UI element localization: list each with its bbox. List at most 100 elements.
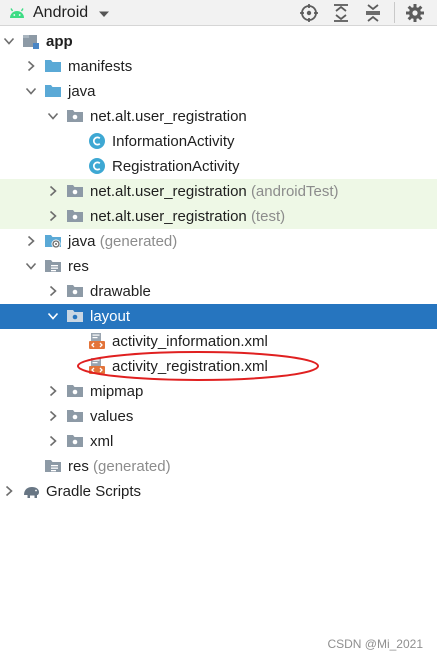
tree-item-activity-information-xml[interactable]: activity_information.xml (0, 329, 437, 354)
tree-item-name: xml (90, 433, 114, 450)
tree-item-name: res (68, 458, 89, 475)
chevron-down-icon (98, 7, 110, 19)
tree-item-suffix: (test) (250, 208, 286, 225)
tree-item-net-alt-user-registration-test[interactable]: net.alt.user_registration (test) (0, 204, 437, 229)
tree-item-name: mipmap (90, 383, 144, 400)
tree-item-name: net.alt.user_registration (90, 183, 247, 200)
chevron-down-icon[interactable] (24, 259, 38, 273)
locate-crosshair-icon[interactable] (299, 0, 319, 25)
package-icon (66, 432, 84, 450)
chevron-down-icon[interactable] (24, 84, 38, 98)
chevron-right-icon[interactable] (2, 484, 16, 498)
module-icon (22, 32, 40, 50)
chevron-right-icon[interactable] (46, 284, 60, 298)
package-icon (66, 382, 84, 400)
tree-item-java-generated[interactable]: java (generated) (0, 229, 437, 254)
folder-icon (44, 82, 62, 100)
package-icon (66, 207, 84, 225)
class-icon (88, 157, 106, 175)
tree-item-label: RegistrationActivity (112, 154, 240, 179)
tree-item-label: InformationActivity (112, 129, 235, 154)
tree-item-manifests[interactable]: manifests (0, 54, 437, 79)
tree-item-label: Gradle Scripts (46, 479, 141, 504)
tree-item-name: activity_registration.xml (112, 358, 268, 375)
tree-item-xml[interactable]: xml (0, 429, 437, 454)
tree-item-label: app (46, 29, 73, 54)
package-icon (66, 407, 84, 425)
collapse-all-icon[interactable] (364, 0, 382, 25)
tree-item-res-generated[interactable]: res (generated) (0, 454, 437, 479)
tree-item-label: xml (90, 429, 113, 454)
chevron-right-icon[interactable] (46, 209, 60, 223)
tree-item-label: java (generated) (68, 229, 177, 254)
tree-item-values[interactable]: values (0, 404, 437, 429)
package-icon (66, 282, 84, 300)
tree-item-name: manifests (68, 58, 133, 75)
package-icon (66, 182, 84, 200)
tree-item-name: res (68, 258, 89, 275)
tree-item-suffix: (generated) (99, 233, 178, 250)
tree-item-label: mipmap (90, 379, 143, 404)
gradle-elephant-icon (22, 482, 40, 500)
chevron-right-icon[interactable] (46, 384, 60, 398)
tree-item-label: res (68, 254, 89, 279)
chevron-down-icon[interactable] (2, 34, 16, 48)
xml-layout-icon (88, 332, 106, 350)
tree-item-label: values (90, 404, 133, 429)
tree-item-res[interactable]: res (0, 254, 437, 279)
expand-all-icon[interactable] (332, 0, 350, 25)
chevron-right-icon[interactable] (46, 184, 60, 198)
project-toolbar: Android (0, 0, 437, 26)
chevron-right-icon[interactable] (24, 234, 38, 248)
tree-item-name: java (68, 233, 96, 250)
tree-item-name: activity_information.xml (112, 333, 268, 350)
tree-item-label: drawable (90, 279, 151, 304)
tree-item-registrationactivity[interactable]: RegistrationActivity (0, 154, 437, 179)
tree-item-name: drawable (90, 283, 151, 300)
tree-item-label: manifests (68, 54, 132, 79)
tree-item-java[interactable]: java (0, 79, 437, 104)
tree-item-mipmap[interactable]: mipmap (0, 379, 437, 404)
package-icon (66, 307, 84, 325)
tree-item-name: values (90, 408, 134, 425)
view-selector[interactable]: Android (8, 0, 110, 25)
tree-item-name: net.alt.user_registration (90, 208, 247, 225)
tree-item-gradle-scripts[interactable]: Gradle Scripts (0, 479, 437, 504)
chevron-right-icon[interactable] (46, 409, 60, 423)
chevron-right-icon[interactable] (24, 59, 38, 73)
tree-item-name: app (46, 33, 73, 50)
watermark: CSDN @Mi_2021 (327, 637, 423, 651)
tree-item-net-alt-user-registration-androidtest[interactable]: net.alt.user_registration (androidTest) (0, 179, 437, 204)
view-selector-label: Android (33, 3, 89, 21)
tree-item-label: net.alt.user_registration (androidTest) (90, 179, 338, 204)
tree-item-layout[interactable]: layout (0, 304, 437, 329)
chevron-right-icon[interactable] (46, 434, 60, 448)
chevron-down-icon[interactable] (46, 109, 60, 123)
chevron-down-icon[interactable] (46, 309, 60, 323)
xml-layout-icon (88, 357, 106, 375)
tree-item-label: activity_information.xml (112, 329, 268, 354)
tree-item-name: java (68, 83, 96, 100)
tree-item-label: net.alt.user_registration (test) (90, 204, 285, 229)
tree-item-name: RegistrationActivity (112, 158, 240, 175)
tree-item-drawable[interactable]: drawable (0, 279, 437, 304)
folder-icon (44, 57, 62, 75)
tree-item-label: net.alt.user_registration (90, 104, 247, 129)
tree-item-name: InformationActivity (112, 133, 235, 150)
tree-item-informationactivity[interactable]: InformationActivity (0, 129, 437, 154)
tree-item-label: res (generated) (68, 454, 171, 479)
tree-item-label: activity_registration.xml (112, 354, 268, 379)
tree-item-label: layout (90, 304, 130, 329)
resource-folder-icon (44, 457, 62, 475)
toolbar-divider (394, 2, 395, 23)
tree-item-app[interactable]: app (0, 29, 437, 54)
tree-item-name: net.alt.user_registration (90, 108, 247, 125)
tree-item-name: Gradle Scripts (46, 483, 142, 500)
tree-item-suffix: (androidTest) (250, 183, 339, 200)
tree-item-suffix: (generated) (93, 458, 171, 475)
tree-item-activity-registration-xml[interactable]: activity_registration.xml (0, 354, 437, 379)
tree-item-net-alt-user-registration[interactable]: net.alt.user_registration (0, 104, 437, 129)
generated-folder-icon (44, 232, 62, 250)
gear-icon[interactable] (405, 0, 425, 25)
tree-item-name: layout (90, 308, 131, 325)
